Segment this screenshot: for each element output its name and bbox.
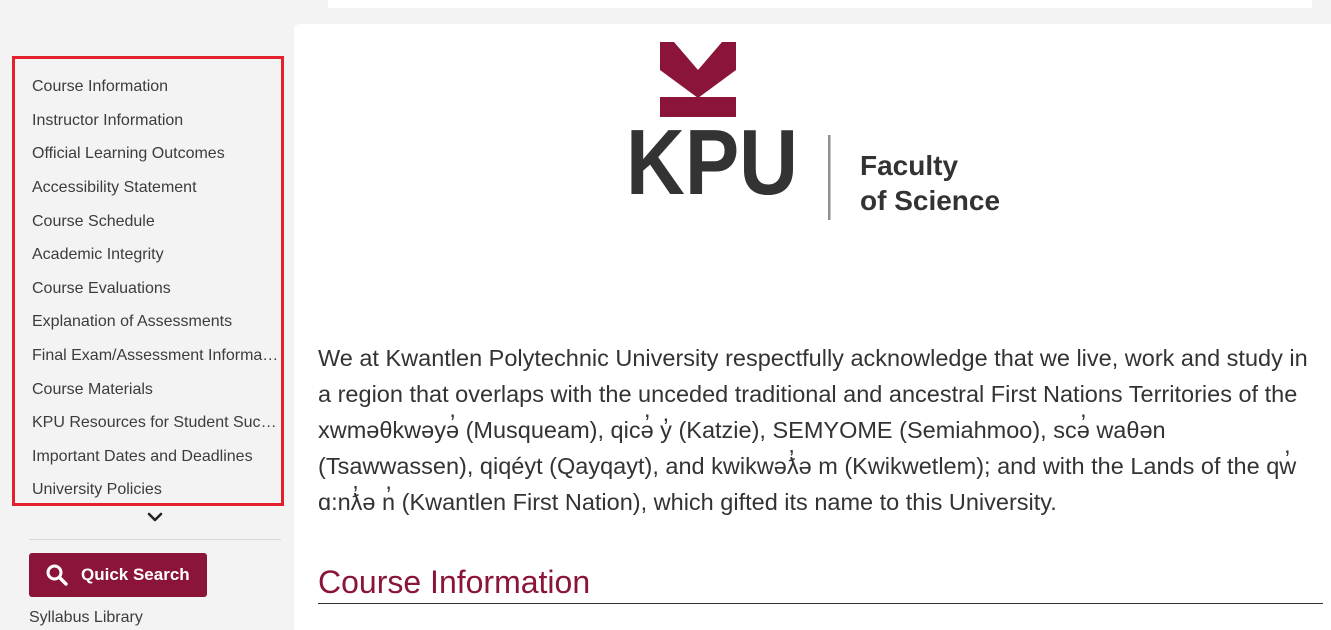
section-rule [318, 603, 1323, 604]
quick-search-button[interactable]: Quick Search [29, 553, 207, 597]
kpu-faculty-of-science-logo: KPU Faculty of Science [626, 42, 1000, 220]
nav-university-policies[interactable]: University Policies [32, 478, 282, 502]
course-nav: Course Information Instructor Informatio… [12, 56, 284, 506]
search-icon [46, 564, 68, 586]
logo-faculty-line1: Faculty [860, 150, 958, 181]
kpu-wordmark: KPU [626, 110, 798, 214]
nav-final-exam-information[interactable]: Final Exam/Assessment Information [32, 344, 282, 368]
nav-important-dates[interactable]: Important Dates and Deadlines [32, 445, 282, 469]
logo-faculty-line2: of Science [860, 185, 1000, 216]
nav-course-evaluations[interactable]: Course Evaluations [32, 277, 282, 301]
chevron-down-icon[interactable] [144, 506, 166, 528]
sidebar-divider [29, 539, 281, 540]
nav-kpu-resources[interactable]: KPU Resources for Student Success [32, 411, 282, 435]
quick-search-label: Quick Search [81, 565, 190, 584]
nav-instructor-information[interactable]: Instructor Information [32, 109, 282, 133]
kpu-chevron-mark [660, 42, 736, 117]
land-acknowledgement: We at Kwantlen Polytechnic University re… [318, 345, 1308, 515]
top-strip [328, 0, 1312, 8]
nav-accessibility-statement[interactable]: Accessibility Statement [32, 176, 282, 200]
section-title-course-information: Course Information [318, 564, 591, 600]
main-content: KPU Faculty of Science We at Kwantlen Po… [294, 24, 1331, 630]
nav-course-schedule[interactable]: Course Schedule [32, 210, 282, 234]
nav-learning-outcomes[interactable]: Official Learning Outcomes [32, 142, 282, 166]
logo-divider [828, 135, 831, 220]
syllabus-library-link[interactable]: Syllabus Library [29, 606, 143, 630]
sidebar: Course Information Instructor Informatio… [0, 0, 294, 630]
nav-course-materials[interactable]: Course Materials [32, 378, 282, 402]
nav-course-information[interactable]: Course Information [32, 75, 282, 99]
nav-explanation-of-assessments[interactable]: Explanation of Assessments [32, 310, 282, 334]
nav-academic-integrity[interactable]: Academic Integrity [32, 243, 282, 267]
